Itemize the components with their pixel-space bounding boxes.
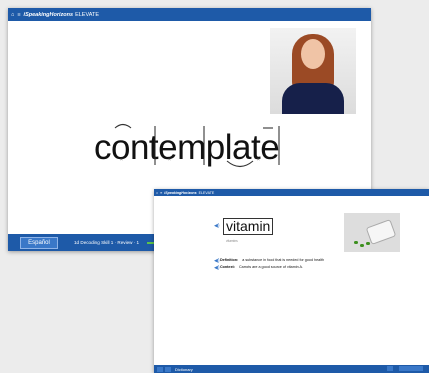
context-line: Context: Carrots are a good source of vi…	[220, 265, 303, 269]
speaker-icon[interactable]: ◀)	[214, 265, 220, 271]
pill	[366, 242, 370, 245]
arc-mark	[226, 160, 254, 168]
context-text: Carrots are a good source of vitamin A.	[239, 265, 303, 269]
definition-label: Definition:	[220, 258, 239, 262]
definition-text: a substance in food that is needed for g…	[242, 258, 325, 262]
footer-icon-2[interactable]	[165, 366, 171, 372]
pill-bottle	[365, 219, 397, 245]
footer-icon-1[interactable]	[157, 366, 163, 372]
help-button[interactable]	[387, 366, 393, 371]
x-mark-1: ×	[120, 157, 123, 163]
next-button[interactable]	[399, 366, 423, 371]
pill	[360, 244, 364, 247]
lesson-status: 1d Decoding Skill 1 · Review · 1	[74, 240, 140, 245]
vitamin-photo	[344, 213, 400, 252]
context-label: Context:	[220, 265, 235, 269]
breve-mark-1	[114, 123, 132, 129]
brand-name: iSpeakingHorizons	[164, 190, 197, 195]
menu-icon[interactable]: ≡	[160, 191, 162, 195]
app-title: ELEVATE	[198, 190, 215, 195]
dictionary-label[interactable]: Dictionary	[175, 367, 193, 372]
vocabulary-word: vitamin	[223, 218, 274, 235]
word-plural: vitamins	[226, 239, 238, 243]
pill	[354, 241, 358, 244]
speaker-icon[interactable]: ◀)	[214, 223, 220, 229]
x-mark-3: ×	[257, 157, 260, 163]
speaker-icon[interactable]: ◀)	[214, 258, 220, 264]
definition-line: Definition: a substance in food that is …	[220, 258, 324, 262]
home-icon[interactable]: ⌂	[156, 191, 158, 195]
x-mark-2: ×	[168, 157, 171, 163]
vocab-footer: Dictionary	[154, 365, 429, 373]
vocab-header: ⌂ ≡ iSpeakingHorizons ELEVATE	[154, 189, 429, 196]
spanish-button[interactable]: Español	[20, 236, 58, 249]
